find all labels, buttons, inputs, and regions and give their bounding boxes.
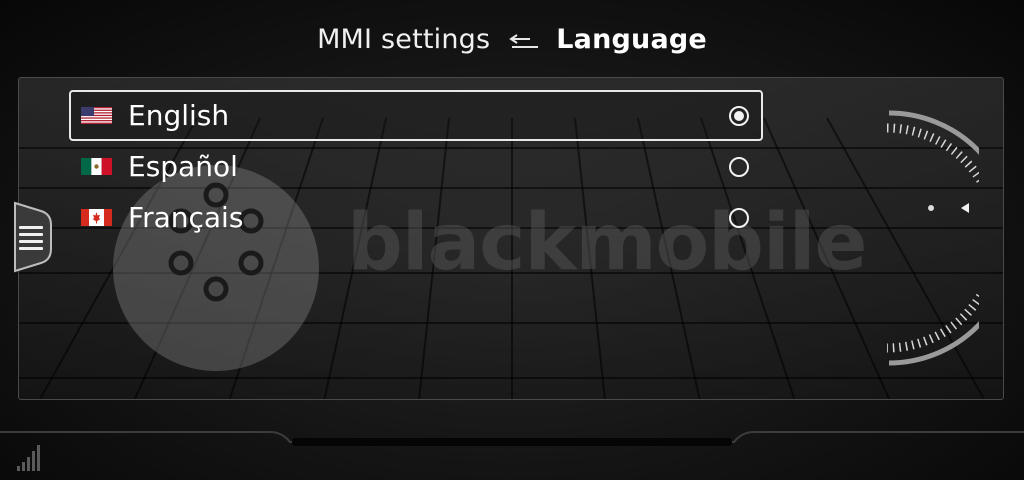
- header-breadcrumb: MMI settings Language: [0, 0, 1024, 78]
- mexico-flag-icon: [81, 158, 112, 175]
- mmi-screen: MMI settings Language blackmobile Englis…: [0, 0, 1024, 480]
- language-label: Español: [128, 150, 238, 183]
- language-option-french[interactable]: Français: [69, 192, 763, 243]
- language-option-english[interactable]: English: [69, 90, 763, 141]
- radio-selected[interactable]: [729, 105, 749, 126]
- us-flag-icon: [81, 107, 112, 124]
- page-title: Language: [556, 23, 707, 55]
- language-option-spanish[interactable]: Español: [69, 141, 763, 192]
- radio-unselected[interactable]: [729, 207, 749, 228]
- breadcrumb-parent[interactable]: MMI settings: [317, 24, 490, 55]
- side-menu-button[interactable]: [13, 201, 53, 273]
- signal-bars-icon: [17, 445, 40, 471]
- menu-lines-icon: [19, 226, 43, 254]
- radio-unselected[interactable]: [729, 156, 749, 177]
- return-arrow-icon[interactable]: [508, 28, 540, 50]
- bottom-handle-bar: [0, 431, 1024, 446]
- language-label: English: [128, 99, 230, 132]
- rotary-dial-graphic: [886, 110, 979, 366]
- language-list: English Español Français: [69, 90, 763, 243]
- language-panel: blackmobile English Español Français: [18, 77, 1004, 400]
- canada-flag-icon: [81, 209, 112, 226]
- language-label: Français: [128, 201, 244, 234]
